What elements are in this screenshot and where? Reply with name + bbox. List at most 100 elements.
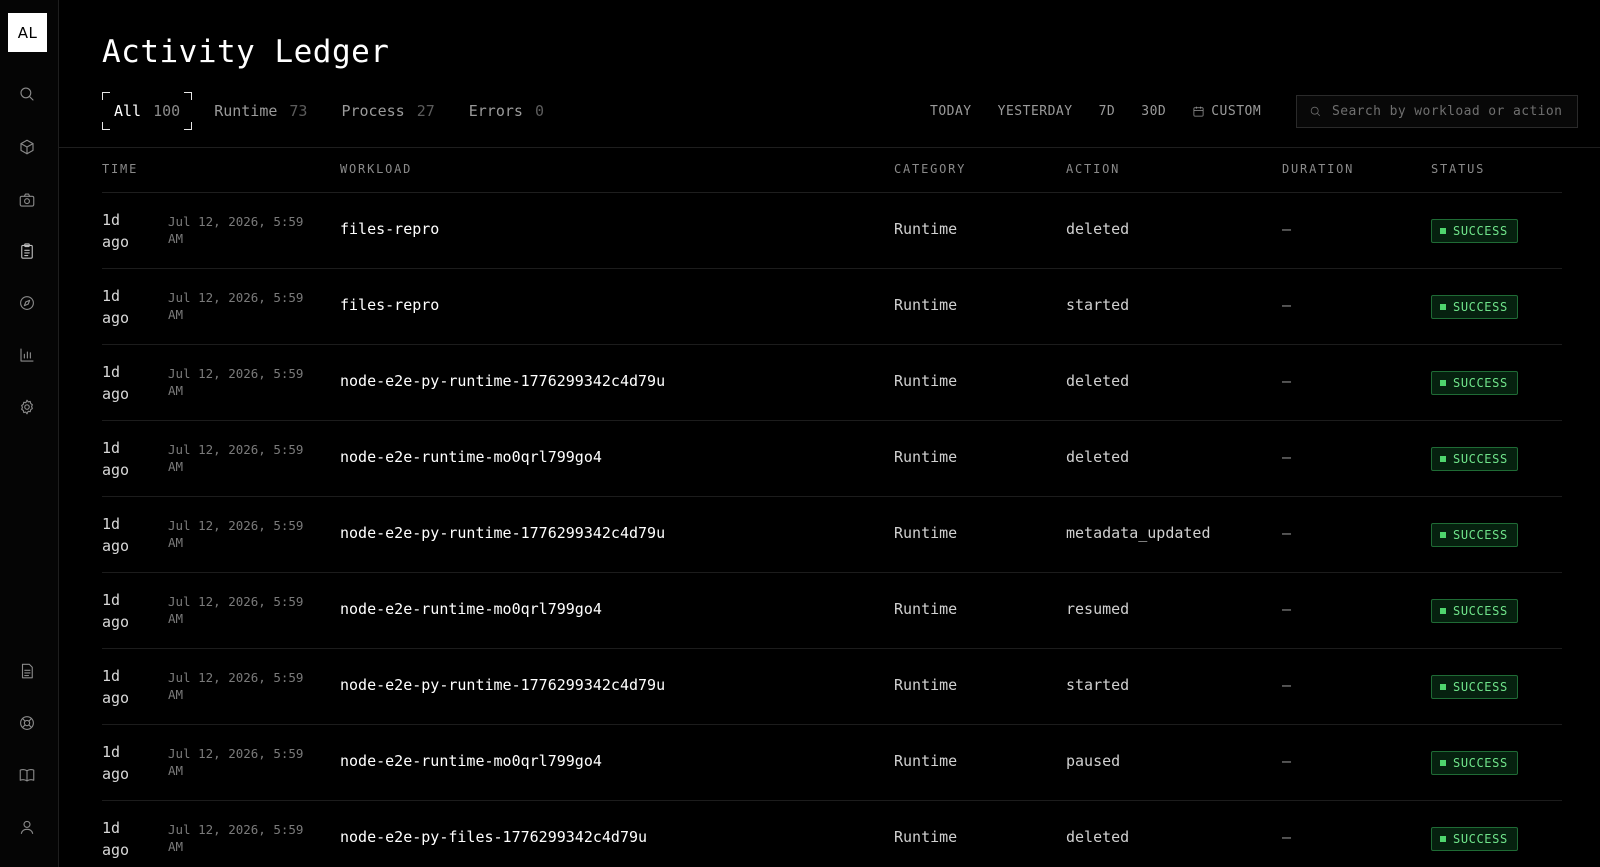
column-category[interactable]: CATEGORY: [894, 162, 966, 176]
relative-time: 1d ago: [102, 211, 130, 251]
category-value: Runtime: [894, 220, 958, 238]
status-badge: SUCCESS: [1431, 447, 1518, 471]
absolute-time: Jul 12, 2026, 5:59 AM: [168, 594, 304, 626]
table-row[interactable]: 1d ago Jul 12, 2026, 5:59 AM node-e2e-ru…: [102, 725, 1562, 801]
search-icon[interactable]: [17, 84, 37, 104]
clipboard-icon[interactable]: [17, 241, 37, 261]
relative-time: 1d ago: [102, 819, 130, 859]
range-custom-label: CUSTOM: [1211, 103, 1262, 119]
workload-name[interactable]: node-e2e-runtime-mo0qrl799go4: [340, 600, 602, 618]
status-dot-icon: [1440, 228, 1446, 234]
date-range-filters: TODAY YESTERDAY 7D 30D CUSTOM: [930, 99, 1261, 123]
duration-value: —: [1282, 448, 1292, 466]
duration-value: —: [1282, 752, 1292, 770]
range-30d[interactable]: 30D: [1141, 104, 1166, 119]
table-row[interactable]: 1d ago Jul 12, 2026, 5:59 AM files-repro…: [102, 193, 1562, 269]
tab-label: Runtime: [214, 102, 278, 120]
workload-name[interactable]: node-e2e-py-runtime-1776299342c4d79u: [340, 372, 665, 390]
category-value: Runtime: [894, 752, 958, 770]
category-value: Runtime: [894, 828, 958, 846]
status-badge: SUCCESS: [1431, 295, 1518, 319]
table-row[interactable]: 1d ago Jul 12, 2026, 5:59 AM node-e2e-py…: [102, 649, 1562, 725]
category-value: Runtime: [894, 600, 958, 618]
column-time[interactable]: TIME: [102, 162, 138, 176]
status-label: SUCCESS: [1453, 756, 1508, 770]
relative-time: 1d ago: [102, 439, 130, 479]
workload-name[interactable]: files-repro: [340, 220, 439, 238]
search-input[interactable]: [1332, 104, 1572, 119]
tab-all[interactable]: All 100: [102, 92, 193, 130]
category-value: Runtime: [894, 372, 958, 390]
workload-name[interactable]: node-e2e-runtime-mo0qrl799go4: [340, 448, 602, 466]
tab-count: 100: [153, 102, 181, 120]
camera-icon[interactable]: [17, 190, 37, 210]
compass-icon[interactable]: [17, 293, 37, 313]
workload-name[interactable]: node-e2e-py-runtime-1776299342c4d79u: [340, 524, 665, 542]
absolute-time: Jul 12, 2026, 5:59 AM: [168, 822, 304, 854]
workload-name[interactable]: node-e2e-py-runtime-1776299342c4d79u: [340, 676, 665, 694]
absolute-time: Jul 12, 2026, 5:59 AM: [168, 442, 304, 474]
tab-errors[interactable]: Errors 0: [457, 92, 556, 130]
category-tabs: All 100 Runtime 73 Process 27 Errors 0: [102, 92, 566, 130]
status-badge: SUCCESS: [1431, 219, 1518, 243]
tab-label: All: [114, 102, 142, 120]
duration-value: —: [1282, 524, 1292, 542]
range-yesterday[interactable]: YESTERDAY: [998, 104, 1073, 119]
tab-process[interactable]: Process 27: [329, 92, 446, 130]
tab-count: 0: [534, 102, 544, 120]
status-dot-icon: [1440, 684, 1446, 690]
status-dot-icon: [1440, 380, 1446, 386]
column-action[interactable]: ACTION: [1066, 162, 1120, 176]
category-value: Runtime: [894, 296, 958, 314]
status-dot-icon: [1440, 608, 1446, 614]
tab-label: Process: [341, 102, 405, 120]
column-duration[interactable]: DURATION: [1282, 162, 1354, 176]
relative-time: 1d ago: [102, 363, 130, 403]
absolute-time: Jul 12, 2026, 5:59 AM: [168, 518, 304, 550]
duration-value: —: [1282, 220, 1292, 238]
status-label: SUCCESS: [1453, 832, 1508, 846]
category-value: Runtime: [894, 448, 958, 466]
document-icon[interactable]: [17, 661, 37, 681]
table-row[interactable]: 1d ago Jul 12, 2026, 5:59 AM node-e2e-py…: [102, 801, 1562, 867]
status-dot-icon: [1440, 836, 1446, 842]
settings-icon[interactable]: [17, 397, 37, 417]
action-value: metadata_updated: [1066, 524, 1211, 542]
action-value: deleted: [1066, 828, 1130, 846]
table-row[interactable]: 1d ago Jul 12, 2026, 5:59 AM node-e2e-py…: [102, 345, 1562, 421]
column-status[interactable]: STATUS: [1431, 162, 1485, 176]
range-today[interactable]: TODAY: [930, 104, 972, 119]
range-custom[interactable]: CUSTOM: [1192, 104, 1261, 119]
relative-time: 1d ago: [102, 591, 130, 631]
table-row[interactable]: 1d ago Jul 12, 2026, 5:59 AM node-e2e-py…: [102, 497, 1562, 573]
workload-name[interactable]: node-e2e-py-files-1776299342c4d79u: [340, 828, 647, 846]
table-row[interactable]: 1d ago Jul 12, 2026, 5:59 AM node-e2e-ru…: [102, 421, 1562, 497]
action-value: paused: [1066, 752, 1121, 770]
table-row[interactable]: 1d ago Jul 12, 2026, 5:59 AM node-e2e-ru…: [102, 573, 1562, 649]
status-badge: SUCCESS: [1431, 827, 1518, 851]
status-label: SUCCESS: [1453, 528, 1508, 542]
absolute-time: Jul 12, 2026, 5:59 AM: [168, 290, 304, 322]
status-badge: SUCCESS: [1431, 371, 1518, 395]
status-badge: SUCCESS: [1431, 751, 1518, 775]
page-title: Activity Ledger: [102, 34, 390, 70]
column-workload[interactable]: WORKLOAD: [340, 162, 412, 176]
action-value: resumed: [1066, 600, 1130, 618]
range-7d[interactable]: 7D: [1099, 104, 1116, 119]
workload-name[interactable]: files-repro: [340, 296, 439, 314]
action-value: started: [1066, 296, 1130, 314]
category-value: Runtime: [894, 524, 958, 542]
tab-runtime[interactable]: Runtime 73: [202, 92, 319, 130]
user-icon[interactable]: [17, 817, 37, 837]
status-dot-icon: [1440, 532, 1446, 538]
book-icon[interactable]: [17, 765, 37, 785]
app-logo[interactable]: AL: [8, 13, 47, 52]
tab-label: Errors: [468, 102, 523, 120]
workload-name[interactable]: node-e2e-runtime-mo0qrl799go4: [340, 752, 602, 770]
help-icon[interactable]: [17, 713, 37, 733]
bar-chart-icon[interactable]: [17, 345, 37, 365]
box-icon[interactable]: [17, 137, 37, 157]
action-value: deleted: [1066, 448, 1130, 466]
table-row[interactable]: 1d ago Jul 12, 2026, 5:59 AM files-repro…: [102, 269, 1562, 345]
relative-time: 1d ago: [102, 515, 130, 555]
